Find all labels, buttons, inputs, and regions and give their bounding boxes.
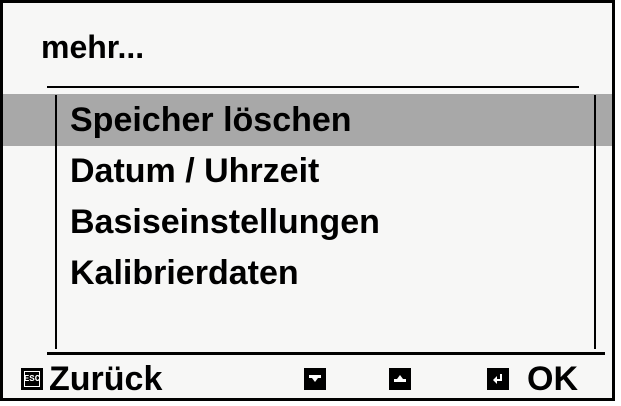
menu-item-basiseinstellungen[interactable]: Basiseinstellungen bbox=[70, 197, 380, 248]
softkey-bar: ESC Zurück OK bbox=[3, 355, 612, 399]
menu-frame-right bbox=[594, 95, 596, 349]
menu-item-kalibrierdaten[interactable]: Kalibrierdaten bbox=[70, 248, 380, 299]
menu-frame-left bbox=[55, 95, 57, 349]
arrow-up-icon[interactable] bbox=[389, 368, 411, 390]
page-title: mehr... bbox=[41, 29, 145, 65]
menu-list: Speicher löschen Datum / Uhrzeit Basisei… bbox=[70, 95, 380, 299]
menu-item-datum-uhrzeit[interactable]: Datum / Uhrzeit bbox=[70, 146, 380, 197]
arrow-down-icon[interactable] bbox=[304, 368, 326, 390]
esc-key-label: ESC bbox=[23, 373, 41, 384]
esc-key-icon[interactable]: ESC bbox=[21, 368, 43, 390]
enter-icon[interactable] bbox=[487, 368, 509, 390]
ok-button[interactable]: OK bbox=[527, 359, 578, 399]
title-divider bbox=[47, 86, 579, 88]
menu-item-speicher-loeschen[interactable]: Speicher löschen bbox=[70, 95, 380, 146]
back-button[interactable]: Zurück bbox=[49, 359, 162, 399]
device-screen: mehr... Speicher löschen Datum / Uhrzeit… bbox=[0, 0, 615, 401]
